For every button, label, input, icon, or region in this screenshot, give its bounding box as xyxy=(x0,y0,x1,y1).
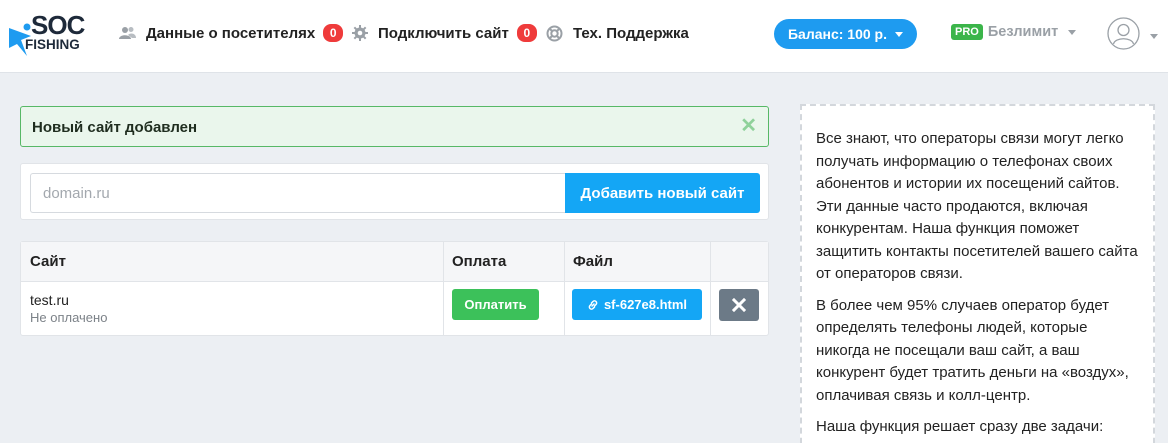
nav-visitors[interactable]: Данные о посетителях 0 xyxy=(119,22,344,44)
top-header: SOC FISHING Данные о посетителях 0 Подкл… xyxy=(0,0,1168,73)
gear-icon xyxy=(352,25,368,41)
info-panel: Все знают, что операторы связи могут лег… xyxy=(800,104,1155,443)
close-icon[interactable]: ✕ xyxy=(740,116,757,136)
column-divider xyxy=(710,242,711,335)
column-divider xyxy=(443,242,444,335)
nav-connect-label: Подключить сайт xyxy=(378,24,509,42)
logo-fishing-text: FISHING xyxy=(25,37,80,52)
chevron-down-icon xyxy=(895,31,903,37)
column-divider xyxy=(564,242,565,335)
add-site-button[interactable]: Добавить новый сайт xyxy=(565,173,760,213)
balance-button[interactable]: Баланс: 100 р. xyxy=(774,19,917,49)
users-icon xyxy=(119,26,136,40)
domain-input[interactable] xyxy=(30,173,566,213)
column-header-file: Файл xyxy=(564,242,710,282)
column-header-actions xyxy=(710,242,768,282)
alert-message: Новый сайт добавлен xyxy=(32,119,198,136)
link-icon xyxy=(588,299,598,310)
nav-support[interactable]: Тех. Поддержка xyxy=(546,22,689,44)
user-menu[interactable] xyxy=(1107,17,1158,55)
payment-status: Не оплачено xyxy=(30,310,108,325)
visitors-count-badge: 0 xyxy=(323,24,344,42)
info-paragraph: Все знают, что операторы связи могут лег… xyxy=(816,130,1138,282)
connect-count-badge: 0 xyxy=(516,24,537,42)
add-site-panel: Добавить новый сайт xyxy=(20,163,769,220)
nav-support-label: Тех. Поддержка xyxy=(573,24,689,42)
logo[interactable]: SOC FISHING xyxy=(7,10,87,62)
plan-label: Безлимит xyxy=(987,24,1059,40)
pay-button[interactable]: Оплатить xyxy=(452,289,539,320)
column-header-site: Сайт xyxy=(21,242,443,282)
nav-connect-site[interactable]: Подключить сайт 0 xyxy=(352,22,537,44)
info-paragraph: Наша функция решает сразу две задачи: xyxy=(816,418,1104,435)
logo-soc-text: SOC xyxy=(31,10,85,40)
site-domain: test.ru xyxy=(30,292,69,308)
user-avatar-icon xyxy=(1107,17,1140,55)
download-file-button[interactable]: sf-627e8.html xyxy=(572,289,702,320)
info-paragraph: В более чем 95% случаев оператор будет о… xyxy=(816,296,1129,404)
nav-visitors-label: Данные о посетителях xyxy=(146,24,316,42)
close-icon xyxy=(732,298,746,312)
sites-table: Сайт Оплата Файл test.ru Не оплачено Опл… xyxy=(20,241,769,336)
balance-label: Баланс: 100 р. xyxy=(787,26,887,42)
plan-dropdown[interactable]: PRO Безлимит xyxy=(951,24,1077,40)
file-name: sf-627e8.html xyxy=(603,297,688,312)
column-header-payment: Оплата xyxy=(443,242,564,282)
chevron-down-icon xyxy=(1150,33,1158,39)
lifebuoy-icon xyxy=(546,25,563,42)
success-alert: Новый сайт добавлен ✕ xyxy=(20,106,769,147)
delete-site-button[interactable] xyxy=(719,289,759,321)
pro-badge: PRO xyxy=(951,24,983,40)
chevron-down-icon xyxy=(1068,29,1077,35)
